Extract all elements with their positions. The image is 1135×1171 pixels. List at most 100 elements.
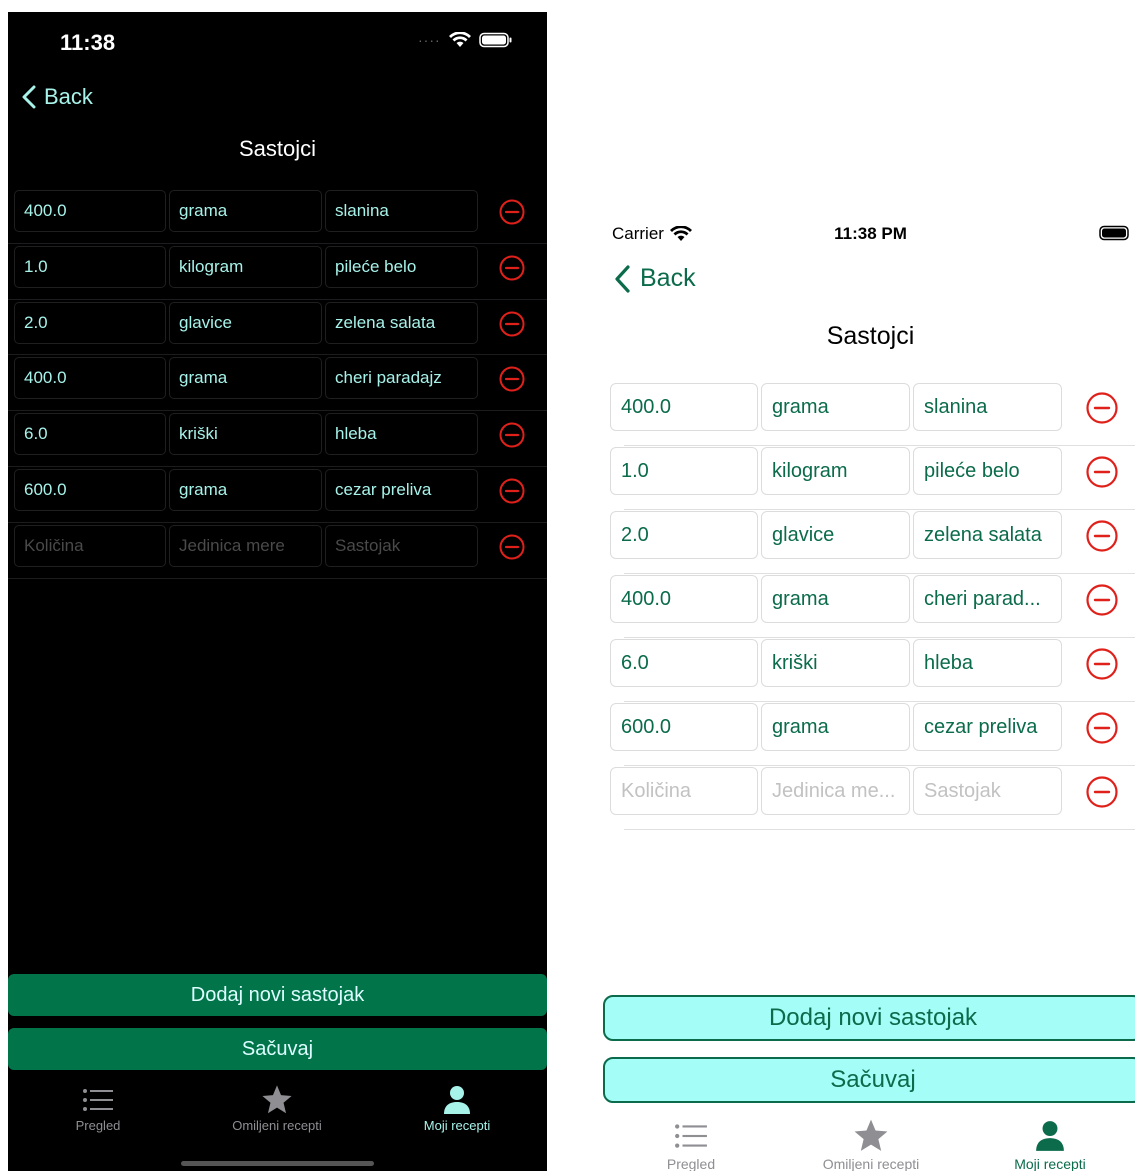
person-icon — [1036, 1121, 1064, 1151]
amount-field[interactable]: 6.0 — [14, 413, 166, 456]
star-icon — [262, 1085, 292, 1114]
amount-field[interactable]: 400.0 — [610, 575, 758, 623]
ingredient-name-field[interactable]: cezar preliva — [325, 468, 478, 511]
unit-field[interactable]: grama — [169, 357, 322, 400]
list-icon — [675, 1124, 707, 1148]
remove-ingredient-icon[interactable] — [1086, 776, 1118, 808]
chevron-left-icon — [22, 85, 36, 109]
amount-field[interactable]: 1.0 — [610, 447, 758, 495]
unit-field[interactable]: grama — [169, 468, 322, 511]
ingredient-row: 600.0 grama cezar preliva — [600, 702, 1135, 766]
ingredient-name-field[interactable]: cheri parad... — [913, 575, 1062, 623]
unit-field[interactable]: grama — [761, 575, 910, 623]
unit-field[interactable]: kilogram — [169, 245, 322, 288]
remove-ingredient-icon[interactable] — [1086, 520, 1118, 552]
tab-omiljeni-recepti[interactable]: Omiljeni recepti — [187, 1082, 367, 1133]
list-icon — [83, 1089, 113, 1111]
amount-input[interactable]: Količina — [14, 524, 166, 567]
ingredient-row: 400.0 grama cheri parad... — [600, 574, 1135, 638]
tab-bar: Pregled Omiljeni recepti Moji recepti — [600, 1110, 1135, 1171]
ingredient-name-field[interactable]: slanina — [325, 190, 478, 232]
ingredient-row: 400.0 grama cheri paradajz — [8, 355, 547, 412]
light-mode-screen: Carrier 11:38 PM Back Sastojci 400.0 gra… — [600, 210, 1135, 1171]
amount-field[interactable]: 2.0 — [610, 511, 758, 559]
page-title: Sastojci — [238, 136, 317, 161]
remove-ingredient-icon[interactable] — [1086, 648, 1118, 680]
ingredient-name-field[interactable]: hleba — [325, 413, 478, 456]
ingredients-list: 400.0 grama slanina 1.0 kilogram pileće … — [8, 188, 547, 579]
ingredient-name-field[interactable]: cezar preliva — [913, 703, 1062, 751]
ingredient-name-field[interactable]: pileće belo — [325, 245, 478, 288]
tab-omiljeni-recepti[interactable]: Omiljeni recepti — [781, 1116, 961, 1171]
back-label: Back — [640, 264, 696, 292]
amount-input[interactable]: Količina — [610, 767, 758, 815]
save-button[interactable]: Sačuvaj — [603, 1057, 1135, 1103]
amount-field[interactable]: 600.0 — [14, 468, 166, 511]
remove-ingredient-icon[interactable] — [499, 478, 525, 504]
remove-ingredient-icon[interactable] — [499, 255, 525, 281]
home-indicator — [181, 1161, 374, 1166]
status-time: 11:38 — [60, 30, 116, 55]
back-button[interactable]: Back — [614, 264, 696, 293]
unit-field[interactable]: glavice — [169, 301, 322, 344]
ingredient-row: 2.0 glavice zelena salata — [600, 510, 1135, 574]
ingredient-name-field[interactable]: zelena salata — [325, 301, 478, 344]
remove-ingredient-icon[interactable] — [499, 422, 525, 448]
remove-ingredient-icon[interactable] — [1086, 392, 1118, 424]
unit-field[interactable]: grama — [169, 190, 322, 232]
ingredient-name-field[interactable]: slanina — [913, 383, 1062, 431]
amount-field[interactable]: 2.0 — [14, 301, 166, 344]
tab-pregled[interactable]: Pregled — [601, 1116, 781, 1171]
status-icons: ···· — [418, 32, 513, 48]
ingredient-name-input[interactable]: Sastojak — [325, 524, 478, 567]
ingredient-name-field[interactable]: hleba — [913, 639, 1062, 687]
tab-moji-recepti[interactable]: Moji recepti — [960, 1116, 1135, 1171]
ingredient-name-field[interactable]: cheri paradajz — [325, 357, 478, 400]
remove-ingredient-icon[interactable] — [1086, 584, 1118, 616]
remove-ingredient-icon[interactable] — [499, 534, 525, 560]
amount-field[interactable]: 400.0 — [14, 357, 166, 400]
remove-ingredient-icon[interactable] — [1086, 456, 1118, 488]
tab-moji-recepti[interactable]: Moji recepti — [367, 1082, 547, 1133]
unit-field[interactable]: kriški — [169, 413, 322, 456]
person-icon — [444, 1086, 470, 1114]
tab-label: Omiljeni recepti — [232, 1118, 322, 1133]
amount-field[interactable]: 6.0 — [610, 639, 758, 687]
tab-label: Omiljeni recepti — [822, 1156, 920, 1171]
unit-field[interactable]: glavice — [761, 511, 910, 559]
remove-ingredient-icon[interactable] — [499, 199, 525, 225]
ingredient-name-input[interactable]: Sastojak — [913, 767, 1062, 815]
tab-pregled[interactable]: Pregled — [8, 1082, 188, 1133]
back-button[interactable]: Back — [22, 84, 93, 110]
ingredient-name-field[interactable]: pileće belo — [913, 447, 1062, 495]
amount-field[interactable]: 1.0 — [14, 245, 166, 288]
add-ingredient-button[interactable]: Dodaj novi sastojak — [603, 995, 1135, 1041]
battery-icon — [1099, 225, 1129, 241]
unit-field[interactable]: grama — [761, 703, 910, 751]
amount-field[interactable]: 400.0 — [14, 190, 166, 232]
unit-field[interactable]: kriški — [761, 639, 910, 687]
tab-label: Pregled — [75, 1118, 121, 1133]
battery-icon — [478, 32, 512, 48]
save-button[interactable]: Sačuvaj — [8, 1028, 547, 1070]
back-label: Back — [44, 84, 93, 109]
ingredient-row: 6.0 kriški hleba — [8, 411, 547, 467]
amount-field[interactable]: 600.0 — [610, 703, 758, 751]
ingredient-row: 400.0 grama slanina — [8, 188, 547, 244]
ingredient-name-field[interactable]: zelena salata — [913, 511, 1062, 559]
add-ingredient-button[interactable]: Dodaj novi sastojak — [8, 974, 547, 1016]
remove-ingredient-icon[interactable] — [499, 311, 525, 337]
ingredient-row: 6.0 kriški hleba — [600, 638, 1135, 702]
unit-field[interactable]: kilogram — [761, 447, 910, 495]
dark-mode-screen: 11:38 ···· Back Sastojci 400.0 grama sla… — [8, 12, 547, 1171]
wifi-icon — [448, 32, 471, 47]
status-time: 11:38 PM — [834, 224, 907, 243]
amount-field[interactable]: 400.0 — [610, 383, 758, 431]
unit-input[interactable]: Jedinica mere — [169, 524, 322, 567]
ingredient-row: 1.0 kilogram pileće belo — [600, 446, 1135, 510]
unit-field[interactable]: grama — [761, 383, 910, 431]
remove-ingredient-icon[interactable] — [1086, 712, 1118, 744]
unit-input[interactable]: Jedinica me... — [761, 767, 910, 815]
tab-label: Moji recepti — [423, 1118, 491, 1133]
remove-ingredient-icon[interactable] — [499, 366, 525, 392]
